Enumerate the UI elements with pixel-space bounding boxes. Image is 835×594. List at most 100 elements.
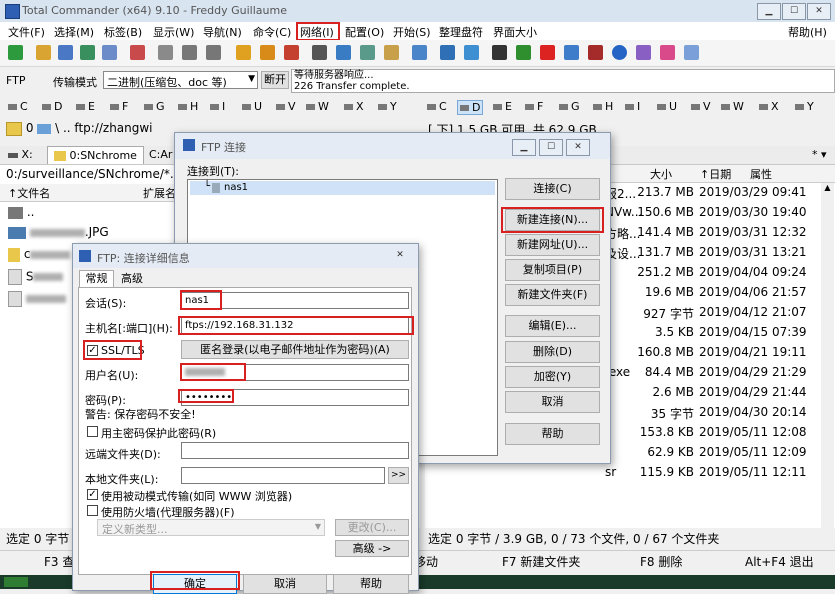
ftp-dialog-maximize[interactable]: ☐ [539, 139, 563, 156]
drive-h-left[interactable]: H [178, 100, 198, 113]
details-dialog-close[interactable]: ✕ [389, 248, 411, 263]
advanced-button[interactable]: 高级 -> [335, 540, 409, 557]
passive-mode-checkbox[interactable]: ✓ [87, 489, 98, 500]
drive-e-left[interactable]: E [76, 100, 95, 113]
list-item[interactable]: .. [8, 205, 34, 225]
encrypt-button[interactable]: 加密(Y) [505, 366, 600, 388]
pack-icon[interactable] [236, 45, 251, 60]
ftp-dialog-close[interactable]: ✕ [566, 139, 590, 156]
cancel-button[interactable]: 取消 [505, 391, 600, 413]
multi-rename-icon[interactable] [336, 45, 351, 60]
tab-advanced[interactable]: 高级 [116, 272, 148, 287]
drive-y-right[interactable]: Y [795, 100, 814, 113]
change-proxy-button[interactable]: 更改(C)... [335, 519, 409, 536]
binoculars-icon[interactable] [312, 45, 327, 60]
tab-menu-icon[interactable]: * ▾ [812, 148, 827, 161]
browse-button[interactable]: >> [388, 467, 409, 484]
tab-general[interactable]: 常规 [79, 270, 114, 288]
plugin-icon[interactable] [660, 45, 675, 60]
list-item[interactable]: c [8, 247, 71, 267]
thumbnail-view-icon[interactable] [80, 45, 95, 60]
close-button[interactable]: ✕ [807, 3, 831, 20]
ftp-dialog-minimize[interactable]: ▁ [512, 139, 536, 156]
invert-selection-icon[interactable] [130, 45, 145, 60]
menu-organize-drives[interactable]: 整理盘符 [439, 24, 483, 40]
ftp-drive-icon[interactable] [6, 121, 22, 136]
list-item[interactable]: .JPG [8, 225, 109, 245]
anonymous-login-button[interactable]: 匿名登录(以电子邮件地址作为密码)(A) [181, 340, 409, 359]
drive-g-right[interactable]: G [559, 100, 580, 113]
new-folder-button[interactable]: 新建文件夹(F) [505, 284, 600, 306]
left-panel-path[interactable]: 0:/surveillance/SNchrome/*. [6, 167, 174, 181]
col-ext-header[interactable]: 扩展名 [143, 185, 176, 201]
help-icon[interactable] [612, 45, 627, 60]
drive-e-right[interactable]: E [493, 100, 512, 113]
tab-snchrome[interactable]: 0:SNchrome [47, 146, 144, 164]
local-folder-input[interactable] [181, 467, 385, 484]
right-scrollbar[interactable]: ▲ [821, 183, 834, 528]
menu-view[interactable]: 显示(W) [153, 24, 194, 40]
menu-ui-size[interactable]: 界面大小 [493, 24, 537, 40]
f8-delete-button[interactable]: F8 删除 [640, 553, 682, 570]
drive-y-left[interactable]: Y [378, 100, 397, 113]
transfer-mode-select[interactable]: 二进制(压缩包、doc 等) ▼ [103, 71, 258, 89]
notepad-icon[interactable] [384, 45, 399, 60]
details-cancel-button[interactable]: 取消 [243, 574, 327, 594]
info-icon[interactable] [564, 45, 579, 60]
brief-view-icon[interactable] [36, 45, 51, 60]
drive-v-right[interactable]: V [691, 100, 711, 113]
drive-f-right[interactable]: F [525, 100, 543, 113]
tab-third[interactable]: C:Ar [149, 148, 172, 161]
menu-tabs[interactable]: 标签(B) [104, 24, 142, 40]
col-attr-header[interactable]: 属性 [750, 166, 772, 182]
firewall-checkbox[interactable] [87, 505, 98, 516]
maximize-button[interactable]: ☐ [782, 3, 806, 20]
drive-c-right[interactable]: C [427, 100, 447, 113]
remote-folder-input[interactable] [181, 442, 409, 459]
detail-view-icon[interactable] [58, 45, 73, 60]
drive-g-left[interactable]: G [144, 100, 165, 113]
drive-v-left[interactable]: V [276, 100, 296, 113]
ftp-connect-icon[interactable] [284, 45, 299, 60]
details-help-button[interactable]: 帮助 [333, 574, 409, 594]
tree-view-icon[interactable] [102, 45, 117, 60]
unpack-icon[interactable] [260, 45, 275, 60]
help-button[interactable]: 帮助 [505, 423, 600, 445]
connect-button[interactable]: 连接(C) [505, 178, 600, 200]
back-arrow-icon[interactable] [182, 45, 197, 60]
menu-select[interactable]: 选择(M) [54, 24, 94, 40]
proxy-select[interactable]: 定义新类型... ▼ [97, 519, 325, 536]
settings-icon[interactable] [636, 45, 651, 60]
stop-icon[interactable] [540, 45, 555, 60]
list-item[interactable]: S [8, 269, 64, 289]
drive-x-right[interactable]: X [759, 100, 779, 113]
connection-item-nas1[interactable]: └ nas1 [190, 181, 495, 195]
master-password-checkbox[interactable] [87, 426, 98, 437]
drive-w-left[interactable]: W [306, 100, 329, 113]
menu-start[interactable]: 开始(S) [393, 24, 431, 40]
menu-commands[interactable]: 命令(C) [253, 24, 291, 40]
forward-arrow-icon[interactable] [206, 45, 221, 60]
drive-i-left[interactable]: I [210, 100, 225, 113]
image-icon[interactable] [516, 45, 531, 60]
drive-i-right[interactable]: I [625, 100, 640, 113]
list-item[interactable] [8, 291, 66, 311]
f7-newfolder-button[interactable]: F7 新建文件夹 [502, 553, 580, 570]
new-url-button[interactable]: 新建网址(U)... [505, 234, 600, 256]
exit-button[interactable]: Alt+F4 退出 [745, 553, 814, 570]
duplicate-entry-button[interactable]: 复制项目(P) [505, 259, 600, 281]
left-path-text[interactable]: \ .. ftp://zhangwi [55, 121, 152, 135]
col-name-header[interactable]: ↑文件名 [8, 185, 50, 201]
table-row[interactable]: sr 115.9 KB 2019/05/11 12:11 [425, 465, 821, 485]
drive-c-left[interactable]: C [8, 100, 28, 113]
network-icon[interactable] [412, 45, 427, 60]
drive-u-right[interactable]: U [657, 100, 677, 113]
menu-navigate[interactable]: 导航(N) [203, 24, 242, 40]
pin-icon[interactable] [588, 45, 603, 60]
copy-paths-icon[interactable] [464, 45, 479, 60]
drive-x-left[interactable]: X [344, 100, 364, 113]
menu-config[interactable]: 配置(O) [345, 24, 384, 40]
delete-button[interactable]: 删除(D) [505, 341, 600, 363]
edit-button[interactable]: 编辑(E)... [505, 315, 600, 337]
disconnect-button[interactable]: 断开 [261, 71, 289, 89]
